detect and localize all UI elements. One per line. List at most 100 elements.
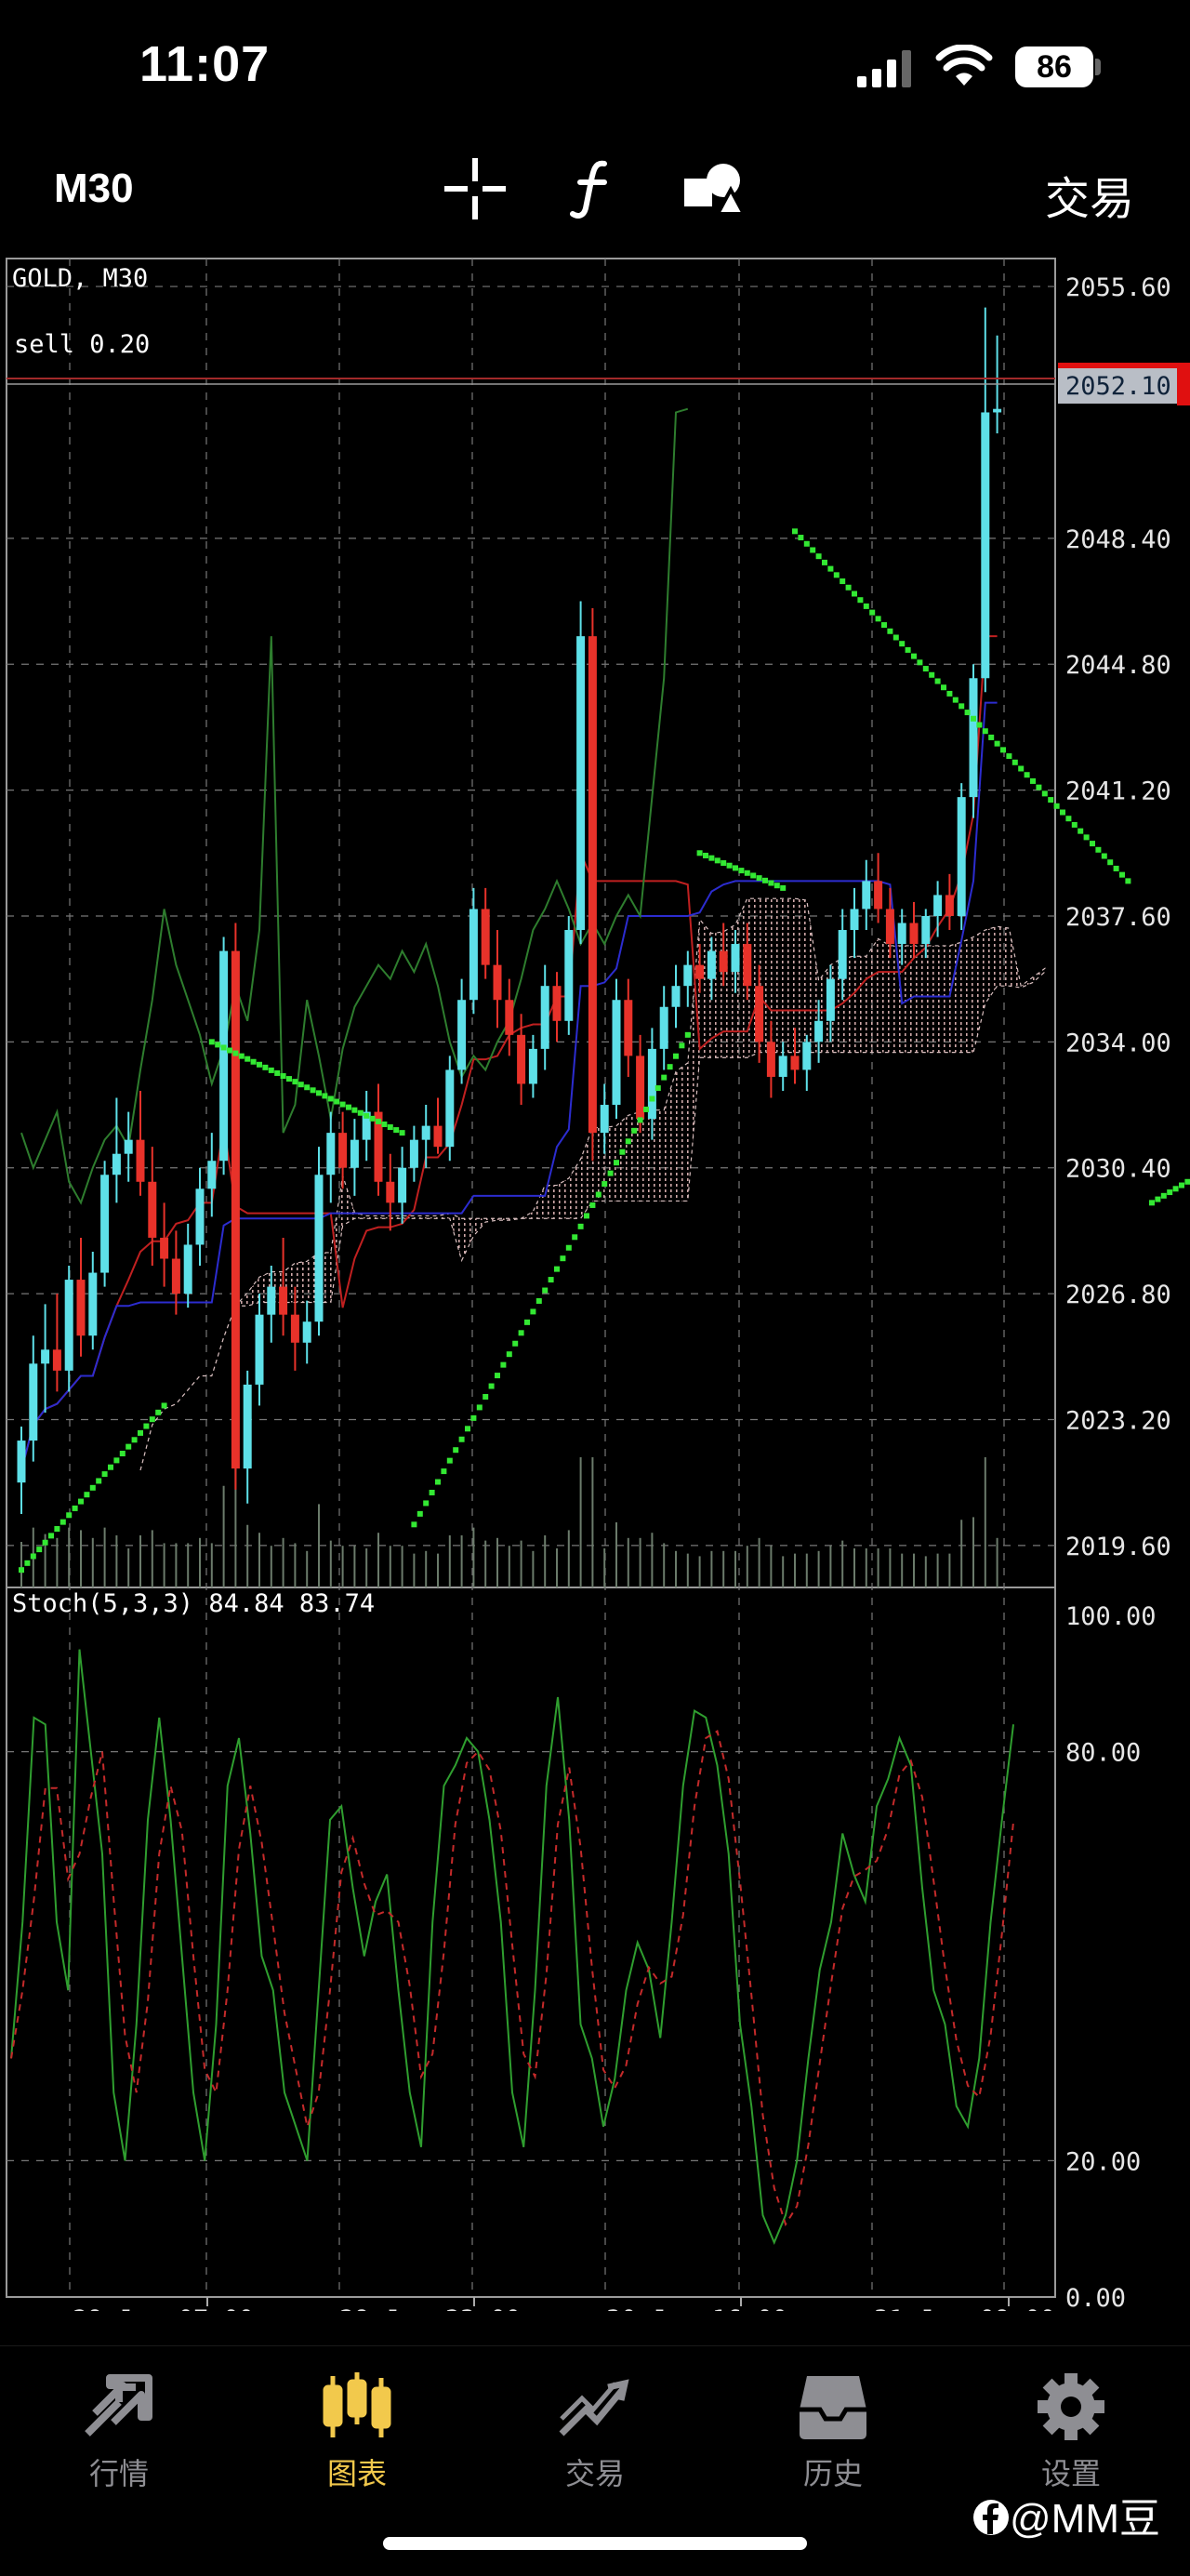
trade-icon [559,2379,629,2437]
candle-body [290,1314,299,1343]
psar-dot [119,1451,126,1457]
tab-history[interactable]: 历史 [740,2346,926,2493]
psar-dot [899,641,906,647]
psar-dot [131,1437,138,1443]
objects-icon[interactable] [681,156,747,221]
psar-dot [399,1130,405,1136]
candle-body [433,1125,443,1148]
psar-dot [649,1095,655,1102]
price-chart[interactable]: 2055.60 2048.40 2044.80 2041.20 2037.60 2034.… [0,251,1190,2311]
psar-dot [30,1553,36,1560]
psar-dot [833,572,840,578]
candle-body [528,1048,537,1084]
trade-button[interactable]: 交易 [1045,162,1134,227]
psar-dot [429,1489,435,1495]
psar-dot [673,1053,679,1059]
psar-dot [892,634,899,641]
candle [933,881,943,937]
psar-dot [327,1095,334,1102]
psar-dot [744,870,750,876]
psar-dot [560,1255,566,1262]
candle-body [897,923,906,945]
candle [255,1294,264,1406]
tab-label-chart: 图表 [326,2457,387,2490]
psar-dot [250,1058,257,1065]
psar-dot [465,1426,470,1432]
candle [505,978,514,1056]
tab-quotes[interactable]: 行情 [26,2346,212,2493]
psar-dot [1184,1178,1190,1185]
time-tick-label: 31 Jan 09:00 [874,2305,1055,2311]
psar-dot [964,710,971,716]
tab-trade[interactable]: 交易 [502,2346,688,2493]
candle [624,978,633,1077]
candle-body [279,1286,288,1315]
price-tick-label: 2041.20 [1065,777,1171,806]
psar-dot [679,1042,685,1049]
psar-dot [1090,841,1095,847]
timeframe-button[interactable]: M30 [54,166,134,212]
psar-dot [684,1031,691,1038]
facebook-icon [973,2500,1009,2535]
candle [160,1202,169,1287]
candle-body [64,1280,73,1371]
psar-dot [589,1202,596,1208]
candle-body [885,909,894,945]
candle [862,859,871,931]
tab-chart[interactable]: 图表 [264,2346,450,2493]
candle [41,1304,50,1413]
crosshair-icon[interactable] [443,156,508,221]
candle-body [826,978,835,1021]
candle-body [457,1000,467,1070]
candle-body [957,797,966,916]
candle-body [755,986,764,1042]
psar-dot [792,528,798,535]
psar-dot [476,1404,483,1411]
candle-body [731,944,740,973]
candle [279,1237,288,1336]
psar-dot [726,862,733,869]
candle [219,936,229,1175]
psar-dot [416,1510,423,1517]
candle-body [398,1167,407,1203]
candle-body [386,1181,395,1203]
candle-body [160,1237,169,1259]
psar-dot [1065,816,1072,822]
psar-dot [423,1500,430,1507]
candle [29,1335,38,1462]
indicators-icon[interactable] [562,156,627,221]
candle [207,1133,217,1217]
psar-dot [917,659,923,666]
stochastic-oscillator [10,1649,1014,2245]
psar-dot [446,1457,453,1464]
candle [100,1161,110,1287]
candle-body [636,1056,645,1120]
candle-body [302,1321,311,1343]
psar-dot [304,1084,311,1091]
candle [421,1105,430,1168]
psar-dot [364,1112,370,1119]
candle-body [862,881,871,910]
psar-dot [208,1039,215,1045]
order-label[interactable]: sell 0.20 [14,330,150,359]
chart-icon [323,2372,391,2437]
psar-dot [614,1160,619,1166]
psar-dot [393,1127,400,1134]
candle-body [255,1314,264,1385]
candle [564,915,574,1035]
psar-dot [929,671,935,678]
psar-dot [220,1044,227,1051]
quotes-icon [85,2374,152,2437]
psar-dot [24,1560,31,1566]
psar-dot [155,1409,162,1415]
battery-icon: 86 [1015,46,1093,87]
signal-icon [857,50,915,92]
indicator-lines [20,407,998,1471]
psar-dot [988,734,995,740]
candle [243,1370,252,1504]
tab-settings[interactable]: 设置 [978,2346,1164,2493]
candle-body [124,1139,133,1154]
candle-body [243,1384,252,1469]
psar-dot [48,1533,54,1539]
psar-dot [143,1423,150,1429]
